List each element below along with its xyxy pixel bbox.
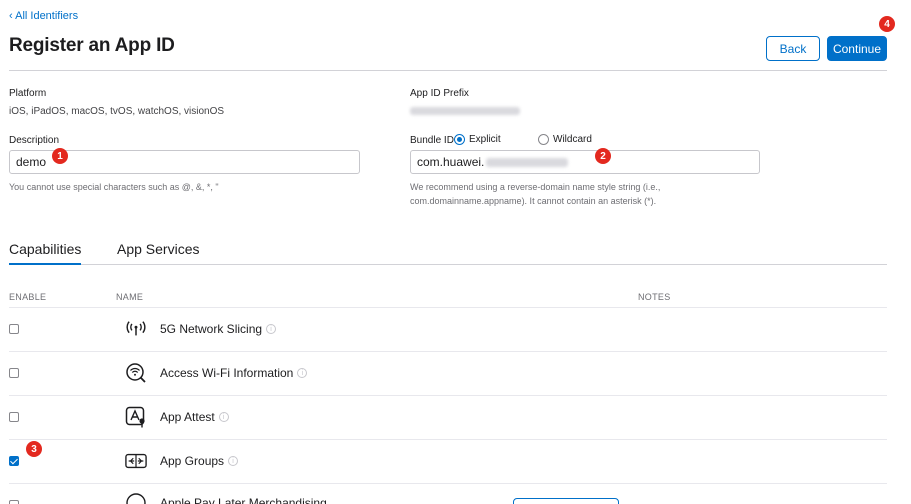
capability-label: App Groups — [160, 454, 225, 468]
back-button[interactable]: Back — [766, 36, 820, 61]
apple-pay-icon — [125, 492, 147, 504]
tab-capabilities[interactable]: Capabilities — [9, 241, 81, 257]
table-row: Apple Pay Later Merchandising — [9, 484, 887, 504]
wildcard-option[interactable]: Wildcard — [538, 134, 592, 145]
enable-checkbox-app-groups[interactable] — [9, 456, 19, 466]
capability-name: Apple Pay Later Merchandising — [160, 496, 327, 504]
capability-label: App Attest — [160, 410, 215, 424]
table-row: App Attest i — [9, 396, 887, 440]
capability-label: Apple Pay Later Merchandising — [160, 496, 327, 504]
capability-name: App Groups i — [160, 454, 239, 468]
platform-label: Platform — [9, 88, 47, 99]
info-icon[interactable]: i — [297, 368, 308, 378]
enable-checkbox-apple-pay-later[interactable] — [9, 500, 19, 504]
table-row: Access Wi-Fi Information i — [9, 352, 887, 396]
explicit-radio[interactable] — [454, 134, 465, 145]
active-tab-indicator — [9, 263, 81, 265]
table-row: App Groups i — [9, 440, 887, 484]
tab-app-services[interactable]: App Services — [117, 241, 199, 257]
wildcard-label: Wildcard — [553, 134, 592, 145]
column-name: NAME — [116, 292, 144, 302]
annotation-badge-1: 1 — [52, 148, 68, 164]
table-row: 5G Network Slicing i — [9, 308, 887, 352]
header-divider — [9, 70, 887, 71]
bundle-id-help-line1: We recommend using a reverse-domain name… — [410, 182, 661, 192]
annotation-badge-2: 2 — [595, 148, 611, 164]
description-value: demo — [16, 155, 47, 169]
app-attest-icon — [125, 406, 147, 428]
column-notes: NOTES — [638, 292, 671, 302]
capability-name: App Attest i — [160, 410, 229, 424]
enable-checkbox-5g[interactable] — [9, 324, 19, 334]
info-icon[interactable]: i — [228, 456, 239, 466]
wifi-search-icon — [125, 362, 147, 384]
enable-checkbox-wifi-info[interactable] — [9, 368, 19, 378]
info-icon[interactable]: i — [266, 324, 277, 334]
explicit-option[interactable]: Explicit — [454, 134, 501, 145]
description-label: Description — [9, 135, 60, 146]
configure-button[interactable] — [513, 498, 619, 504]
bundle-id-redacted — [486, 157, 569, 167]
tabs-divider — [9, 264, 887, 265]
app-groups-icon — [125, 450, 147, 472]
annotation-badge-4: 4 — [879, 16, 895, 32]
app-id-prefix-redacted — [410, 107, 520, 115]
bundle-id-value: com.huawei. — [417, 155, 485, 169]
explicit-label: Explicit — [469, 134, 501, 145]
page-title: Register an App ID — [9, 35, 175, 56]
platform-value: iOS, iPadOS, macOS, tvOS, watchOS, visio… — [9, 106, 225, 117]
capability-label: 5G Network Slicing — [160, 322, 263, 336]
capability-label: Access Wi-Fi Information — [160, 366, 294, 380]
bundle-id-help-line2: com.domainname.appname). It cannot conta… — [410, 196, 657, 206]
bundle-id-input[interactable]: com.huawei. — [410, 150, 760, 174]
annotation-badge-3: 3 — [26, 441, 42, 457]
capability-name: Access Wi-Fi Information i — [160, 366, 308, 380]
info-icon[interactable]: i — [218, 412, 229, 422]
enable-checkbox-app-attest[interactable] — [9, 412, 19, 422]
antenna-icon — [125, 318, 147, 340]
wildcard-radio[interactable] — [538, 134, 549, 145]
app-id-prefix-label: App ID Prefix — [410, 88, 469, 99]
bundle-id-label: Bundle ID — [410, 135, 454, 146]
continue-button[interactable]: Continue — [827, 36, 887, 61]
capability-name: 5G Network Slicing i — [160, 322, 277, 336]
column-enable: ENABLE — [9, 292, 47, 302]
description-help: You cannot use special characters such a… — [9, 182, 219, 192]
all-identifiers-link[interactable]: ‹ All Identifiers — [9, 10, 78, 22]
